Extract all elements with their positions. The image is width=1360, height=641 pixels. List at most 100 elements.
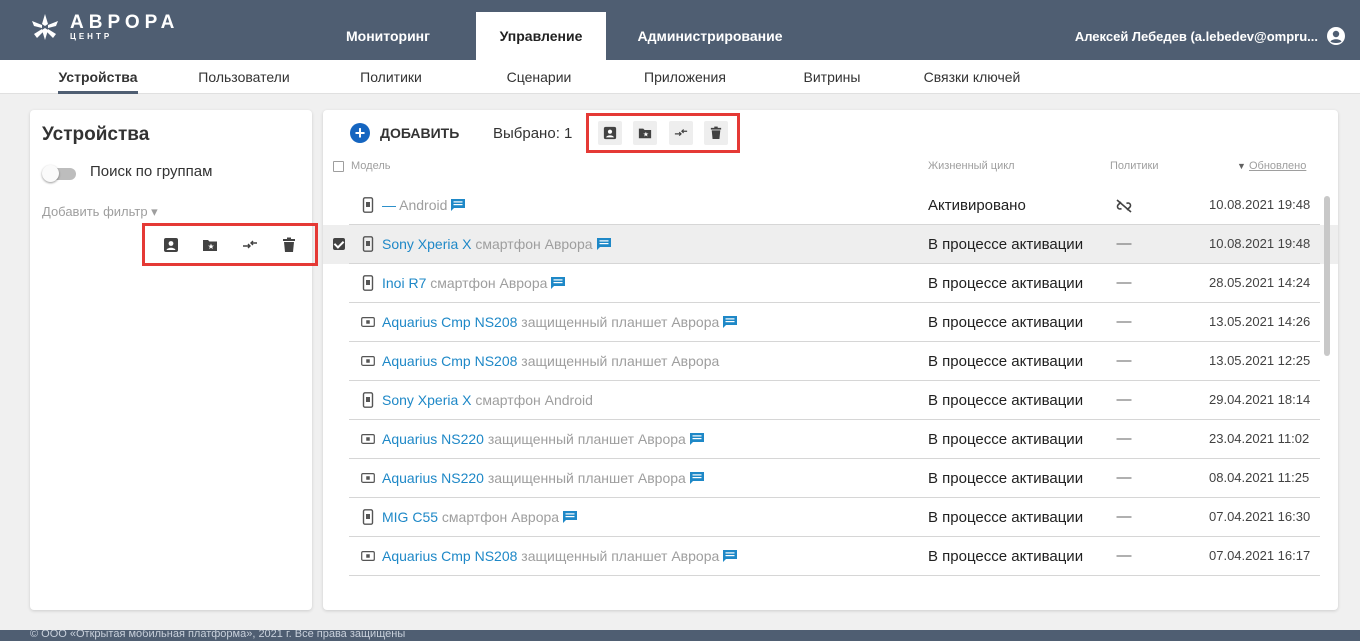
- tab-management[interactable]: Управление: [476, 12, 606, 60]
- table-row[interactable]: MIG C55 смартфон Аврора В процессе актива…: [323, 498, 1338, 537]
- comment-icon[interactable]: [689, 471, 705, 485]
- tablet-icon: [361, 551, 375, 561]
- device-type: Android: [399, 197, 448, 213]
- comment-icon[interactable]: [722, 315, 738, 329]
- device-name[interactable]: MIG C55 смартфон Аврора: [382, 509, 578, 525]
- table-row[interactable]: Aquarius Cmp NS208 защищенный планшет Ав…: [323, 342, 1338, 381]
- tablet-icon: [361, 473, 375, 483]
- tab-administration[interactable]: Администрирование: [622, 12, 798, 60]
- group-search-toggle[interactable]: [42, 164, 78, 182]
- device-name[interactable]: Aquarius NS220 защищенный планшет Аврора: [382, 431, 705, 447]
- user-menu[interactable]: Алексей Лебедев (a.lebedev@ompru...: [1075, 26, 1346, 46]
- panel-title: Устройства: [42, 124, 150, 145]
- device-type: защищенный планшет Аврора: [483, 470, 686, 486]
- comment-icon[interactable]: [722, 549, 738, 563]
- policy-value: —: [1116, 547, 1132, 564]
- subtab-keychains[interactable]: Связки ключей: [914, 64, 1030, 90]
- subtab-devices[interactable]: Устройства: [58, 64, 138, 94]
- smartphone-icon: [362, 275, 374, 291]
- device-name[interactable]: Aquarius NS220 защищенный планшет Аврора: [382, 470, 705, 486]
- subtab-policies[interactable]: Политики: [358, 64, 424, 90]
- device-type: защищенный планшет Аврора: [517, 548, 720, 564]
- policy-value: —: [1116, 469, 1132, 486]
- device-name[interactable]: — Android: [382, 197, 466, 213]
- policy-value: —: [1116, 274, 1132, 291]
- devices-table-panel: + ДОБАВИТЬ Выбрано: 1 Модель Жизненный ц…: [323, 110, 1338, 610]
- comment-icon[interactable]: [550, 276, 566, 290]
- table-row[interactable]: Aquarius Cmp NS208 защищенный планшет Ав…: [323, 303, 1338, 342]
- device-model: Inoi R7: [382, 275, 427, 291]
- row-checkbox-checked[interactable]: [333, 238, 345, 250]
- table-row[interactable]: Inoi R7 смартфон Аврора В процессе актива…: [323, 264, 1338, 303]
- device-model: Aquarius Cmp NS208: [382, 548, 518, 564]
- sort-desc-icon: ▼: [1237, 161, 1246, 171]
- column-policies[interactable]: Политики: [1110, 160, 1159, 172]
- policy-value: —: [1116, 508, 1132, 525]
- updated-date: 10.08.2021 19:48: [1209, 197, 1311, 212]
- delete-button[interactable]: [704, 121, 729, 145]
- table-row[interactable]: Aquarius Cmp NS208 защищенный планшет Ав…: [323, 537, 1338, 576]
- assign-user-button[interactable]: [159, 233, 183, 257]
- device-name[interactable]: Aquarius Cmp NS208 защищенный планшет Ав…: [382, 314, 738, 330]
- policy-unlinked: [1109, 196, 1139, 216]
- transfer-button[interactable]: [668, 121, 693, 145]
- updated-date: 13.05.2021 14:26: [1209, 314, 1311, 329]
- transfer-button[interactable]: [238, 233, 262, 257]
- updated-date: 13.05.2021 12:25: [1209, 353, 1311, 368]
- column-model[interactable]: Модель: [351, 160, 390, 172]
- lifecycle-status: В процессе активации: [928, 470, 1084, 487]
- device-model: Sony Xperia X: [382, 392, 472, 408]
- policy-value: —: [1116, 235, 1132, 252]
- subtab-showcases[interactable]: Витрины: [802, 64, 862, 90]
- comment-icon[interactable]: [450, 198, 466, 212]
- device-name[interactable]: Aquarius Cmp NS208 защищенный планшет Ав…: [382, 353, 719, 369]
- add-to-group-button[interactable]: [198, 233, 222, 257]
- table-row[interactable]: Aquarius NS220 защищенный планшет Аврора…: [323, 459, 1338, 498]
- policy-value: —: [1116, 313, 1132, 330]
- logo-subtitle: ЦЕНТР: [70, 31, 113, 41]
- lifecycle-status: В процессе активации: [928, 236, 1084, 253]
- device-name[interactable]: Aquarius Cmp NS208 защищенный планшет Ав…: [382, 548, 738, 564]
- column-updated[interactable]: ▼ Обновлено: [1237, 160, 1306, 172]
- tablet-icon: [361, 317, 375, 327]
- contact-card-icon: [603, 126, 616, 140]
- subtab-users[interactable]: Пользователи: [196, 64, 292, 90]
- updated-date: 29.04.2021 18:14: [1209, 392, 1311, 407]
- scrollbar[interactable]: [1324, 196, 1330, 356]
- device-name[interactable]: Inoi R7 смартфон Аврора: [382, 275, 566, 291]
- device-type: смартфон Аврора: [426, 275, 548, 291]
- device-model: —: [382, 197, 400, 213]
- device-model: Sony Xperia X: [382, 236, 472, 252]
- tablet-icon: [361, 434, 375, 444]
- lifecycle-status: В процессе активации: [928, 314, 1084, 331]
- logo[interactable]: АВРОРА ЦЕНТР: [30, 12, 179, 42]
- subtab-scenarios[interactable]: Сценарии: [506, 64, 572, 90]
- device-name[interactable]: Sony Xperia X смартфон Android: [382, 392, 593, 408]
- comment-icon[interactable]: [562, 510, 578, 524]
- folder-star-icon: [203, 239, 218, 251]
- comment-icon[interactable]: [689, 432, 705, 446]
- table-row[interactable]: Aquarius NS220 защищенный планшет Аврора…: [323, 420, 1338, 459]
- device-model: Aquarius NS220: [382, 431, 484, 447]
- add-device-button[interactable]: + ДОБАВИТЬ: [350, 123, 459, 143]
- add-to-group-button[interactable]: [633, 121, 658, 145]
- tablet-icon: [361, 356, 375, 366]
- row-divider: [349, 575, 1320, 576]
- table-row[interactable]: — Android Активировано 10.08.2021 19:48: [323, 186, 1338, 225]
- device-type: смартфон Android: [471, 392, 593, 408]
- delete-button[interactable]: [277, 233, 301, 257]
- lifecycle-status: В процессе активации: [928, 509, 1084, 526]
- select-all-checkbox[interactable]: [333, 161, 344, 172]
- updated-date: 07.04.2021 16:17: [1209, 548, 1311, 563]
- table-row[interactable]: Sony Xperia X смартфон Android В процессе…: [323, 381, 1338, 420]
- device-name[interactable]: Sony Xperia X смартфон Аврора: [382, 236, 612, 252]
- tab-monitoring[interactable]: Мониторинг: [330, 12, 446, 60]
- add-filter-button[interactable]: Добавить фильтр ▾: [42, 204, 158, 220]
- table-row[interactable]: Sony Xperia X смартфон Аврора В процессе …: [323, 225, 1338, 264]
- comment-icon[interactable]: [596, 237, 612, 251]
- updated-date: 08.04.2021 11:25: [1209, 470, 1310, 485]
- lifecycle-status: Активировано: [928, 197, 1026, 214]
- column-lifecycle[interactable]: Жизненный цикл: [928, 160, 1015, 172]
- assign-user-button[interactable]: [597, 121, 622, 145]
- subtab-applications[interactable]: Приложения: [642, 64, 728, 90]
